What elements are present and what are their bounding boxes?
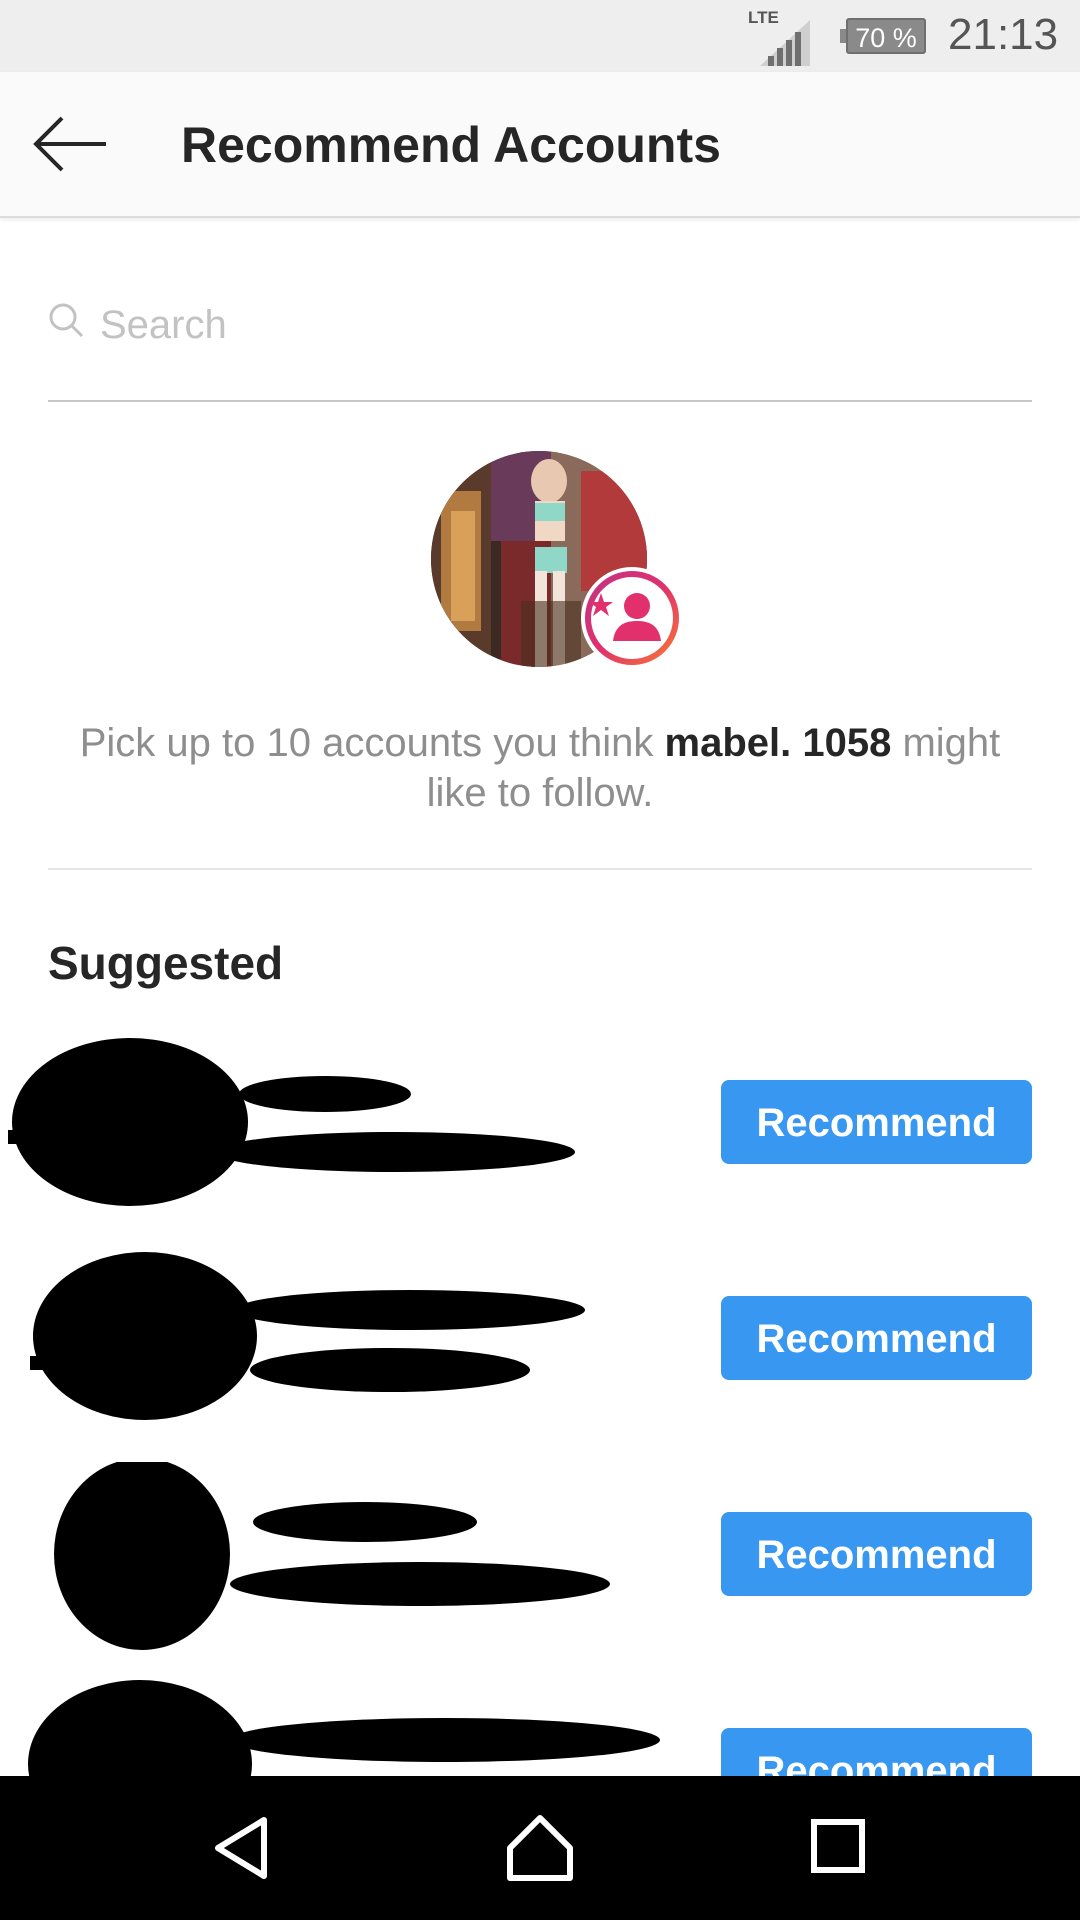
instructions-prefix: Pick up to 10 accounts you think — [79, 721, 665, 765]
profile-avatar-group — [431, 451, 685, 671]
suggested-account-row: Recommend — [0, 1246, 1080, 1462]
suggested-heading: Suggested — [48, 937, 284, 989]
search-icon — [49, 303, 84, 338]
recommend-button[interactable]: Recommend — [721, 1080, 1032, 1164]
system-nav-bar — [0, 1776, 1080, 1920]
recommend-button[interactable]: Recommend — [721, 1296, 1032, 1380]
redacted-account-info — [54, 1462, 610, 1650]
search-input[interactable] — [98, 294, 1002, 356]
signal-icon — [760, 20, 810, 66]
status-bar: LTE 70 % 21:13 — [0, 0, 1080, 72]
back-button[interactable] — [24, 106, 120, 182]
nav-back-button[interactable] — [206, 1812, 278, 1884]
redacted-account-info — [28, 1680, 660, 1776]
recommend-button[interactable]: Recommend — [721, 1512, 1032, 1596]
target-username: mabel. 1058 — [664, 721, 892, 765]
suggested-account-row: Recommend — [0, 1672, 1080, 1776]
recommend-button[interactable]: Recommend — [721, 1728, 1032, 1776]
status-clock: 21:13 — [948, 10, 1059, 59]
nav-home-button[interactable] — [504, 1812, 576, 1884]
suggested-account-row: Recommend — [0, 1462, 1080, 1678]
suggested-account-row: Recommend — [0, 1030, 1080, 1246]
arrow-left-icon — [33, 116, 106, 172]
redacted-account-info — [8, 1038, 575, 1206]
triangle-back-icon — [215, 1817, 267, 1879]
square-recents-icon — [811, 1819, 865, 1873]
page-title: Recommend Accounts — [181, 117, 721, 173]
recommend-badge-icon — [581, 567, 683, 669]
home-icon — [507, 1815, 573, 1881]
battery-indicator: 70 % — [840, 18, 926, 54]
search-bar — [48, 272, 1032, 402]
nav-recents-button[interactable] — [804, 1812, 876, 1884]
signal-indicator: LTE — [748, 8, 810, 66]
action-bar: Recommend Accounts — [0, 72, 1080, 218]
section-divider — [48, 868, 1032, 870]
recommend-instructions: Pick up to 10 accounts you think mabel. … — [60, 718, 1020, 818]
redacted-account-info — [30, 1252, 585, 1420]
